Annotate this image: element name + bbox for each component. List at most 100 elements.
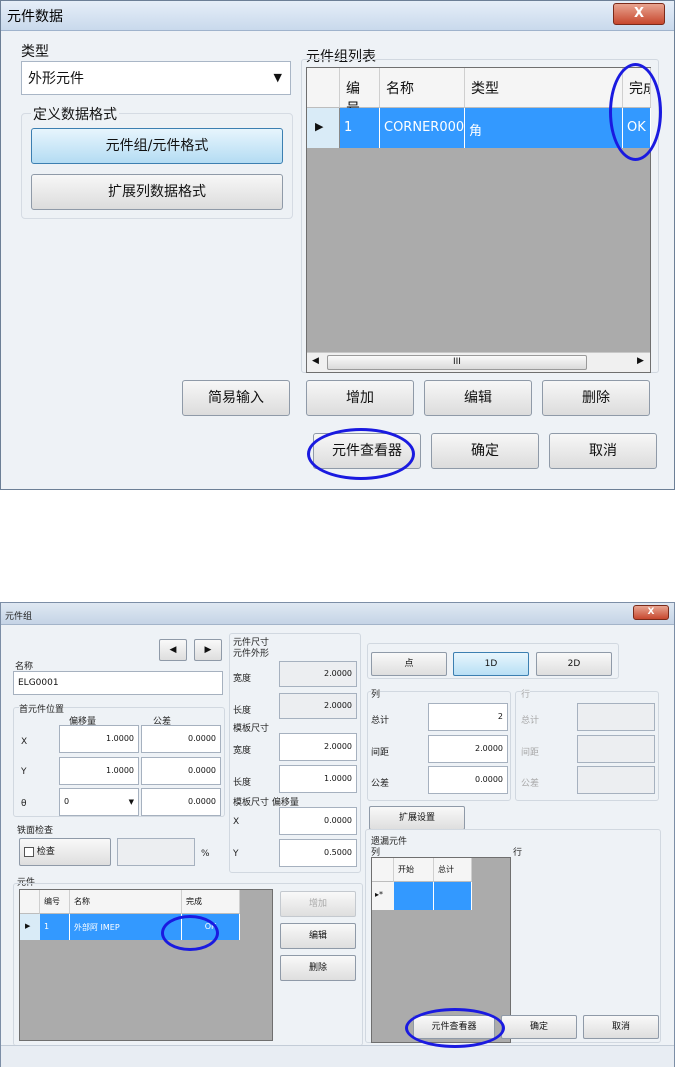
title-bar: 元件组 X: [1, 603, 674, 625]
row-pointer-icon: ▶: [315, 120, 324, 133]
window-title: 元件数据: [7, 9, 63, 25]
mode-point-button[interactable]: 点: [371, 652, 447, 676]
ext-format-button[interactable]: 扩展列数据格式: [31, 174, 283, 210]
template-y-input[interactable]: 0.5000: [279, 839, 357, 867]
table-cell[interactable]: CORNER0001: [380, 108, 472, 148]
format-group-label: 定义数据格式: [31, 104, 119, 124]
theta-select[interactable]: 0 ▼: [59, 788, 139, 816]
scroll-right-icon[interactable]: ▶: [637, 356, 644, 366]
pitch-input[interactable]: 2.0000: [428, 735, 508, 763]
y-tolerance-input[interactable]: 0.0000: [141, 757, 221, 785]
row-label: 行: [521, 687, 531, 700]
type-select[interactable]: 外形元件 ▼: [21, 61, 291, 95]
total-label: 总计: [371, 716, 390, 726]
part-table[interactable]: 编号 名称 完成 ▶ 1 外部阿 IMEP OK: [19, 889, 273, 1041]
ok-button[interactable]: 确定: [431, 433, 539, 469]
delete-button[interactable]: 删除: [280, 955, 356, 981]
highlight-ring: [307, 428, 415, 480]
percent-label: %: [201, 849, 210, 859]
table-cell[interactable]: 1: [340, 108, 380, 148]
column-header[interactable]: 编号: [40, 890, 70, 914]
mode-2d-button[interactable]: 2D: [536, 652, 612, 676]
width-input[interactable]: 2.0000: [279, 661, 357, 687]
checkbox-icon: [24, 846, 34, 857]
first-position-label: 首元件位置: [19, 702, 65, 715]
length-input[interactable]: 2.0000: [279, 693, 357, 719]
row-pitch-label: 间距: [521, 748, 540, 758]
x-offset-input[interactable]: 1.0000: [59, 725, 139, 753]
close-button[interactable]: X: [633, 605, 669, 620]
check-label: 检查: [36, 847, 55, 857]
group-table[interactable]: 编号 名称 类型 完成 ▶ 1 CORNER0001 角 OK ◀ III ▶: [306, 67, 651, 373]
width-label: 宽度: [233, 674, 252, 684]
chevron-right-icon: ▶: [204, 645, 212, 655]
length-label: 长度: [233, 706, 252, 716]
check-toggle[interactable]: 检查: [19, 838, 111, 866]
title-bar: 元件数据 X: [1, 1, 674, 31]
table-cell[interactable]: [434, 882, 472, 910]
theta-tolerance-input[interactable]: 0.0000: [141, 788, 221, 816]
highlight-ring: [161, 915, 219, 951]
table-cell[interactable]: 1: [40, 914, 70, 940]
close-button[interactable]: X: [613, 3, 665, 25]
y-label: Y: [21, 767, 27, 777]
chevron-down-icon: ▼: [128, 798, 134, 806]
template-length-input[interactable]: 1.0000: [279, 765, 357, 793]
column-header[interactable]: 编号: [340, 68, 380, 117]
column-header[interactable]: 开始: [394, 858, 434, 882]
name-input[interactable]: ELG0001: [13, 671, 223, 695]
add-button[interactable]: 增加: [280, 891, 356, 917]
column-header[interactable]: 类型: [465, 68, 623, 108]
template-x-label: X: [233, 817, 240, 827]
theta-label: θ: [21, 799, 27, 809]
cancel-button[interactable]: 取消: [583, 1015, 659, 1039]
previous-button[interactable]: ◀: [159, 639, 187, 661]
ok-button[interactable]: 确定: [501, 1015, 577, 1039]
chevron-left-icon: ◀: [169, 645, 177, 655]
mode-1d-button[interactable]: 1D: [453, 652, 529, 676]
highlight-ring: [405, 1008, 505, 1048]
cancel-button[interactable]: 取消: [549, 433, 657, 469]
edit-button[interactable]: 编辑: [280, 923, 356, 949]
simple-input-button[interactable]: 简易输入: [182, 380, 290, 416]
column-tolerance-input[interactable]: 0.0000: [428, 766, 508, 794]
table-cell[interactable]: 角: [465, 108, 623, 148]
component-group-window: 元件组 X 名称 ◀ ▶ ELG0001 首元件位置 偏移量 公差 X 1.00…: [0, 602, 675, 1067]
edit-button[interactable]: 编辑: [424, 380, 532, 416]
column-header[interactable]: 名称: [70, 890, 182, 914]
row-selector[interactable]: ▶: [307, 108, 340, 148]
y-offset-input[interactable]: 1.0000: [59, 757, 139, 785]
column-tolerance-label: 公差: [371, 779, 390, 789]
new-row-marker[interactable]: ▸*: [372, 882, 394, 910]
table-cell[interactable]: [394, 882, 434, 910]
column-header[interactable]: 完成: [182, 890, 240, 914]
scroll-left-icon[interactable]: ◀: [312, 356, 319, 366]
row-pitch-input[interactable]: [577, 735, 655, 763]
column-label: 列: [371, 687, 381, 700]
next-button[interactable]: ▶: [194, 639, 222, 661]
horizontal-scrollbar[interactable]: ◀ III ▶: [307, 352, 650, 372]
column-header[interactable]: 总计: [434, 858, 472, 882]
total-input[interactable]: 2: [428, 703, 508, 731]
column-header[interactable]: 名称: [380, 68, 465, 108]
check-percent-input[interactable]: [117, 838, 195, 866]
theta-select-value: 0: [64, 797, 70, 806]
row-tolerance-input[interactable]: [577, 766, 655, 794]
template-length-label: 长度: [233, 778, 252, 788]
template-width-input[interactable]: 2.0000: [279, 733, 357, 761]
scroll-grip: III: [453, 357, 461, 367]
type-select-value: 外形元件: [28, 71, 84, 87]
x-tolerance-input[interactable]: 0.0000: [141, 725, 221, 753]
row-total-input[interactable]: [577, 703, 655, 731]
row-header-corner: [20, 890, 40, 914]
status-bar: [1, 1045, 674, 1067]
template-width-label: 宽度: [233, 746, 252, 756]
template-x-input[interactable]: 0.0000: [279, 807, 357, 835]
row-selector[interactable]: ▶: [20, 914, 40, 940]
group-format-button[interactable]: 元件组/元件格式: [31, 128, 283, 164]
extended-settings-button[interactable]: 扩展设置: [369, 806, 465, 830]
delete-button[interactable]: 删除: [542, 380, 650, 416]
scroll-thumb[interactable]: III: [327, 355, 587, 370]
row-pointer-icon: ▶: [25, 922, 31, 930]
add-button[interactable]: 增加: [306, 380, 414, 416]
